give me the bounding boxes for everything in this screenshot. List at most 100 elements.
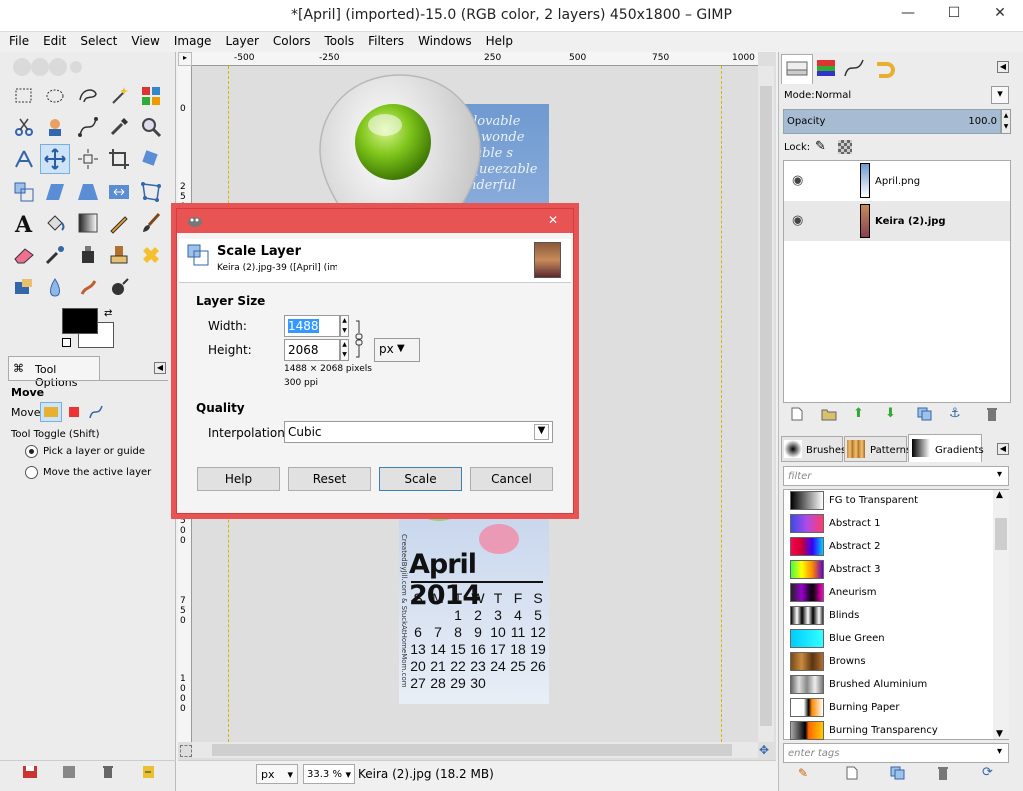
- delete-options-icon[interactable]: [100, 764, 116, 780]
- delete-gradient-icon[interactable]: [936, 765, 950, 781]
- paths-tool-icon[interactable]: [76, 115, 100, 139]
- select-by-color-icon[interactable]: [139, 84, 163, 108]
- dialog-close-button[interactable]: ✕: [548, 213, 558, 227]
- clone-icon[interactable]: [107, 243, 131, 267]
- height-field[interactable]: 2068: [284, 339, 340, 361]
- new-gradient-icon[interactable]: [845, 766, 859, 780]
- tab-patterns[interactable]: Patterns: [844, 436, 911, 462]
- eye-icon[interactable]: ◉: [792, 213, 803, 228]
- save-options-icon[interactable]: [22, 764, 38, 780]
- tab-paths[interactable]: [841, 56, 869, 84]
- layer-row[interactable]: ◉ April.png: [784, 162, 1010, 200]
- gradient-filter-input[interactable]: filter ▾: [783, 466, 1009, 486]
- crop-icon[interactable]: [107, 147, 131, 171]
- new-layer-group-icon[interactable]: [821, 407, 837, 421]
- tab-layers[interactable]: [781, 54, 813, 84]
- heal-icon[interactable]: [139, 243, 163, 267]
- width-spinner[interactable]: ▲ ▼: [340, 315, 349, 337]
- cage-transform-icon[interactable]: [139, 180, 163, 204]
- menu-select[interactable]: Select: [71, 32, 122, 48]
- tab-channels[interactable]: [813, 56, 841, 84]
- text-tool-icon[interactable]: A: [12, 211, 36, 238]
- shear-icon[interactable]: [43, 180, 67, 204]
- tab-undo-history[interactable]: [869, 56, 897, 84]
- color-picker-icon[interactable]: [107, 115, 131, 139]
- width-field[interactable]: 1488: [284, 315, 340, 337]
- free-select-icon[interactable]: [76, 84, 100, 108]
- gradient-row[interactable]: Brushed Aluminium: [787, 674, 993, 697]
- guide-line[interactable]: [721, 66, 722, 742]
- panel-menu-icon[interactable]: ◀: [997, 443, 1009, 455]
- radio-pick-layer[interactable]: [25, 445, 38, 458]
- cancel-button[interactable]: Cancel: [470, 467, 553, 491]
- unit-dropdown[interactable]: px ▼: [374, 338, 420, 362]
- blend-icon[interactable]: [76, 211, 100, 235]
- rotate-icon[interactable]: [139, 147, 163, 171]
- align-icon[interactable]: [76, 147, 100, 171]
- ink-icon[interactable]: [76, 243, 100, 267]
- lower-layer-icon[interactable]: ⬇: [885, 406, 899, 422]
- eye-icon[interactable]: ◉: [792, 173, 803, 188]
- ellipse-select-icon[interactable]: [43, 84, 67, 108]
- edit-gradient-icon[interactable]: ✎: [798, 766, 812, 780]
- radio-move-active-layer[interactable]: [25, 466, 38, 479]
- zoom-icon[interactable]: [139, 115, 163, 139]
- menu-windows[interactable]: Windows: [409, 32, 477, 48]
- maximize-button[interactable]: ☐: [931, 0, 977, 26]
- foreground-color-top[interactable]: [62, 308, 98, 334]
- gradient-scrollbar[interactable]: ▲ ▼: [993, 490, 1009, 739]
- perspective-clone-icon[interactable]: [12, 276, 36, 300]
- menu-image[interactable]: Image: [165, 32, 217, 48]
- unit-select[interactable]: px ▾: [256, 764, 298, 784]
- scale-icon[interactable]: [12, 180, 36, 204]
- minimize-button[interactable]: —: [885, 0, 931, 26]
- lock-alpha-icon[interactable]: [838, 140, 852, 154]
- bucket-fill-icon[interactable]: [43, 211, 67, 235]
- gradient-row[interactable]: Blue Green: [787, 628, 993, 651]
- eraser-icon[interactable]: [12, 243, 36, 267]
- zoom-select[interactable]: 33.3 % ▾: [303, 764, 355, 784]
- tags-input[interactable]: enter tags ▾: [783, 743, 1009, 763]
- close-button[interactable]: ✕: [977, 0, 1023, 26]
- menu-edit[interactable]: Edit: [34, 32, 71, 48]
- layer-row-selected[interactable]: ◉ Keira (2).jpg: [784, 201, 1010, 241]
- pencil-icon[interactable]: [107, 211, 131, 235]
- tab-gradients[interactable]: Gradients: [908, 434, 984, 462]
- rect-select-icon[interactable]: [12, 84, 36, 108]
- raise-layer-icon[interactable]: ⬆: [853, 406, 867, 422]
- menu-file[interactable]: File: [0, 32, 34, 48]
- foreground-select-icon[interactable]: [43, 115, 67, 139]
- menu-view[interactable]: View: [122, 32, 164, 48]
- opacity-spinner[interactable]: ▲ ▼: [1001, 109, 1011, 134]
- move-tool-icon[interactable]: [40, 144, 70, 174]
- airbrush-icon[interactable]: [43, 243, 67, 267]
- panel-menu-icon[interactable]: ◀: [154, 362, 166, 374]
- scissors-icon[interactable]: [12, 115, 36, 139]
- gradient-row[interactable]: Blinds: [787, 605, 993, 628]
- swap-colors-icon[interactable]: ⇄: [104, 308, 116, 320]
- horizontal-scrollbar[interactable]: [192, 742, 758, 758]
- smudge-icon[interactable]: [76, 276, 100, 300]
- paintbrush-icon[interactable]: [139, 211, 163, 235]
- lock-pixels-icon[interactable]: ✎: [815, 139, 831, 155]
- interpolation-select[interactable]: Cubic ▼: [284, 421, 553, 443]
- gradient-row[interactable]: Abstract 3: [787, 559, 993, 582]
- gradient-row[interactable]: FG to Transparent: [787, 490, 993, 513]
- menu-colors[interactable]: Colors: [264, 32, 316, 48]
- menu-help[interactable]: Help: [477, 32, 518, 48]
- move-selection-toggle[interactable]: [66, 404, 82, 420]
- chain-link-icon[interactable]: [355, 319, 363, 359]
- gradient-row[interactable]: Abstract 2: [787, 536, 993, 559]
- move-path-toggle[interactable]: [88, 404, 104, 420]
- menu-filters[interactable]: Filters: [359, 32, 409, 48]
- duplicate-gradient-icon[interactable]: [890, 766, 906, 780]
- quickmask-corner[interactable]: ▸: [178, 52, 192, 66]
- perspective-icon[interactable]: [76, 180, 100, 204]
- mode-dropdown-icon[interactable]: ▾: [991, 86, 1009, 104]
- help-button[interactable]: Help: [197, 467, 280, 491]
- opacity-slider[interactable]: Opacity 100.0: [783, 109, 1001, 134]
- reset-button[interactable]: Reset: [288, 467, 371, 491]
- navigate-icon[interactable]: ✥: [759, 743, 773, 757]
- default-colors-icon[interactable]: [62, 338, 71, 347]
- flip-icon[interactable]: [107, 180, 131, 204]
